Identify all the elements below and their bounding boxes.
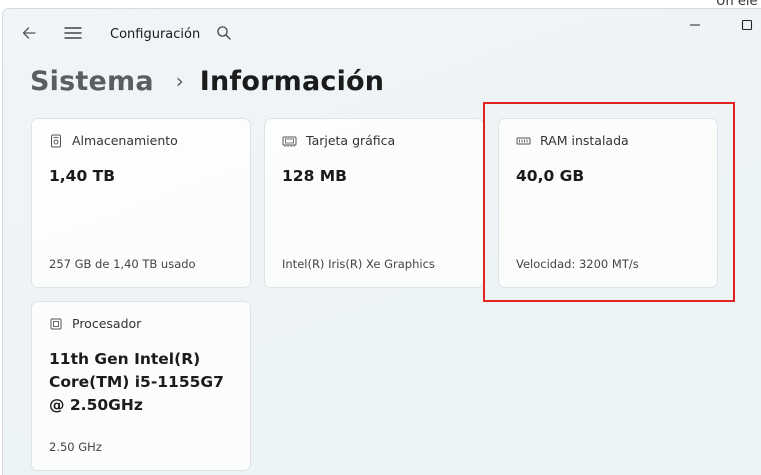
breadcrumb-parent[interactable]: Sistema [30, 66, 154, 97]
minimize-icon[interactable] [687, 17, 703, 33]
breadcrumb: Sistema › Información [30, 61, 384, 101]
storage-usage: 257 GB de 1,40 TB usado [49, 257, 196, 271]
processor-label: Procesador [72, 316, 142, 331]
storage-card[interactable]: Almacenamiento 1,40 TB 257 GB de 1,40 TB… [31, 118, 251, 288]
back-arrow-icon[interactable] [19, 23, 39, 43]
storage-value: 1,40 TB [49, 167, 116, 185]
processor-icon [50, 318, 62, 329]
hamburger-menu-icon[interactable] [63, 23, 83, 43]
graphics-card-model: Intel(R) Iris(R) Xe Graphics [282, 257, 435, 271]
processor-card[interactable]: Procesador 11th Gen Intel(R) Core(TM) i5… [31, 301, 251, 471]
graphics-card-label: Tarjeta gráfica [306, 133, 396, 148]
chevron-right-icon: › [175, 69, 184, 93]
storage-label: Almacenamiento [72, 133, 178, 148]
page-title: Información [199, 65, 385, 97]
ram-highlight-box [483, 102, 735, 302]
processor-speed: 2.50 GHz [49, 440, 102, 454]
processor-value: 11th Gen Intel(R) Core(TM) i5-1155G7 @ 2… [49, 350, 224, 414]
processor-card-header: Procesador [49, 316, 141, 331]
title-bar: Configuración [3, 9, 761, 57]
maximize-icon[interactable] [739, 17, 755, 33]
graphics-card-header: Tarjeta gráfica [282, 133, 395, 148]
graphics-card-card[interactable]: Tarjeta gráfica 128 MB Intel(R) Iris(R) … [264, 118, 484, 288]
graphics-card-icon [282, 136, 297, 147]
app-title: Configuración [110, 27, 201, 42]
storage-card-header: Almacenamiento [49, 133, 178, 148]
graphics-card-value: 128 MB [282, 167, 347, 185]
storage-icon [51, 134, 61, 147]
search-icon[interactable] [214, 23, 234, 43]
